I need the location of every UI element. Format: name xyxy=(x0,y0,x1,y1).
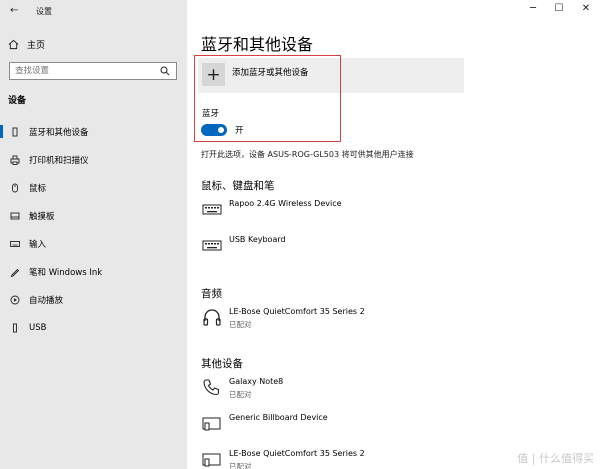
mouse-icon xyxy=(10,183,20,193)
sidebar-item-bluetooth[interactable]: 蓝牙和其他设备 xyxy=(0,123,187,141)
keyboard-icon xyxy=(202,199,222,219)
search-icon[interactable] xyxy=(160,66,170,76)
sidebar-item-printers[interactable]: 打印机和扫描仪 xyxy=(0,151,187,169)
bluetooth-toggle[interactable] xyxy=(201,124,227,136)
sidebar-item-label: 鼠标 xyxy=(29,184,47,194)
sidebar-item-typing[interactable]: 输入 xyxy=(0,235,187,253)
device-status: 已配对 xyxy=(229,462,252,469)
device-item[interactable]: Generic Billboard Device xyxy=(202,413,502,437)
device-item[interactable]: LE-Bose QuietComfort 35 Series 2 已配对 xyxy=(202,307,502,331)
search-box[interactable] xyxy=(9,62,177,80)
printer-icon xyxy=(10,155,20,165)
group-title-input: 鼠标、键盘和笔 xyxy=(201,180,275,192)
sidebar-item-label: 打印机和扫描仪 xyxy=(29,156,89,166)
add-device-button[interactable]: + 添加蓝牙或其他设备 xyxy=(198,58,464,93)
maximize-button[interactable]: ☐ xyxy=(549,3,569,14)
device-name: LE-Bose QuietComfort 35 Series 2 xyxy=(229,307,365,316)
sidebar-item-usb[interactable]: USB xyxy=(0,319,187,337)
page-title: 蓝牙和其他设备 xyxy=(201,35,314,54)
home-label: 主页 xyxy=(27,40,46,51)
device-status: 已配对 xyxy=(229,390,252,399)
minimize-button[interactable]: ─ xyxy=(523,3,543,14)
close-button[interactable]: ✕ xyxy=(576,3,596,14)
toggle-knob xyxy=(218,127,224,133)
device-item[interactable]: Galaxy Note8 已配对 xyxy=(202,377,502,401)
device-name: Generic Billboard Device xyxy=(229,413,328,422)
sidebar-item-autoplay[interactable]: 自动播放 xyxy=(0,291,187,309)
usb-icon xyxy=(10,323,20,333)
sidebar-item-label: 笔和 Windows Ink xyxy=(29,268,103,278)
touchpad-icon xyxy=(10,211,20,221)
keyboard-icon xyxy=(202,235,222,255)
group-title-other: 其他设备 xyxy=(201,358,243,370)
sidebar-home[interactable]: 主页 xyxy=(8,36,45,52)
device-icon xyxy=(202,413,222,433)
sidebar-item-label: USB xyxy=(29,323,47,333)
app-title: 设置 xyxy=(36,7,52,16)
add-device-label: 添加蓝牙或其他设备 xyxy=(232,68,309,78)
sidebar-item-touchpad[interactable]: 触摸板 xyxy=(0,207,187,225)
pen-icon xyxy=(10,267,20,277)
bluetooth-icon xyxy=(10,127,20,137)
device-name: Galaxy Note8 xyxy=(229,377,284,386)
bluetooth-label: 蓝牙 xyxy=(202,109,220,119)
device-item[interactable]: LE-Bose QuietComfort 35 Series 2 已配对 xyxy=(202,449,502,469)
phone-icon xyxy=(202,377,222,397)
sidebar-item-pen[interactable]: 笔和 Windows Ink xyxy=(0,263,187,281)
sidebar-item-label: 输入 xyxy=(29,240,47,250)
sidebar: ← 设置 主页 设备 蓝牙和其他设备 打印机和扫描仪 鼠标 触摸板 输入 笔和 … xyxy=(0,0,187,469)
back-arrow-icon[interactable]: ← xyxy=(10,5,18,16)
device-status: 已配对 xyxy=(229,320,252,329)
autoplay-icon xyxy=(10,295,20,305)
sidebar-item-label: 蓝牙和其他设备 xyxy=(29,128,89,138)
device-name: LE-Bose QuietComfort 35 Series 2 xyxy=(229,449,365,458)
device-icon xyxy=(202,449,222,469)
plus-icon: + xyxy=(202,63,225,86)
device-item[interactable]: USB Keyboard xyxy=(202,235,502,259)
sidebar-item-label: 自动播放 xyxy=(29,296,64,306)
device-name: Rapoo 2.4G Wireless Device xyxy=(229,199,342,208)
home-icon xyxy=(8,39,19,49)
sidebar-item-mouse[interactable]: 鼠标 xyxy=(0,179,187,197)
device-item[interactable]: Rapoo 2.4G Wireless Device xyxy=(202,199,502,223)
group-title-audio: 音频 xyxy=(201,288,222,300)
sidebar-item-label: 触摸板 xyxy=(29,212,55,222)
sidebar-section-title: 设备 xyxy=(8,96,27,106)
headphones-icon xyxy=(202,307,222,327)
bluetooth-state: 开 xyxy=(235,126,244,136)
watermark: 值 | 什么值得买 xyxy=(517,452,594,465)
device-name: USB Keyboard xyxy=(229,235,286,244)
search-input[interactable] xyxy=(10,66,150,76)
keyboard-icon xyxy=(10,239,20,249)
discoverable-text: 打开此选项，设备 ASUS-ROG-GL503 将可供其他用户连接 xyxy=(201,150,414,159)
